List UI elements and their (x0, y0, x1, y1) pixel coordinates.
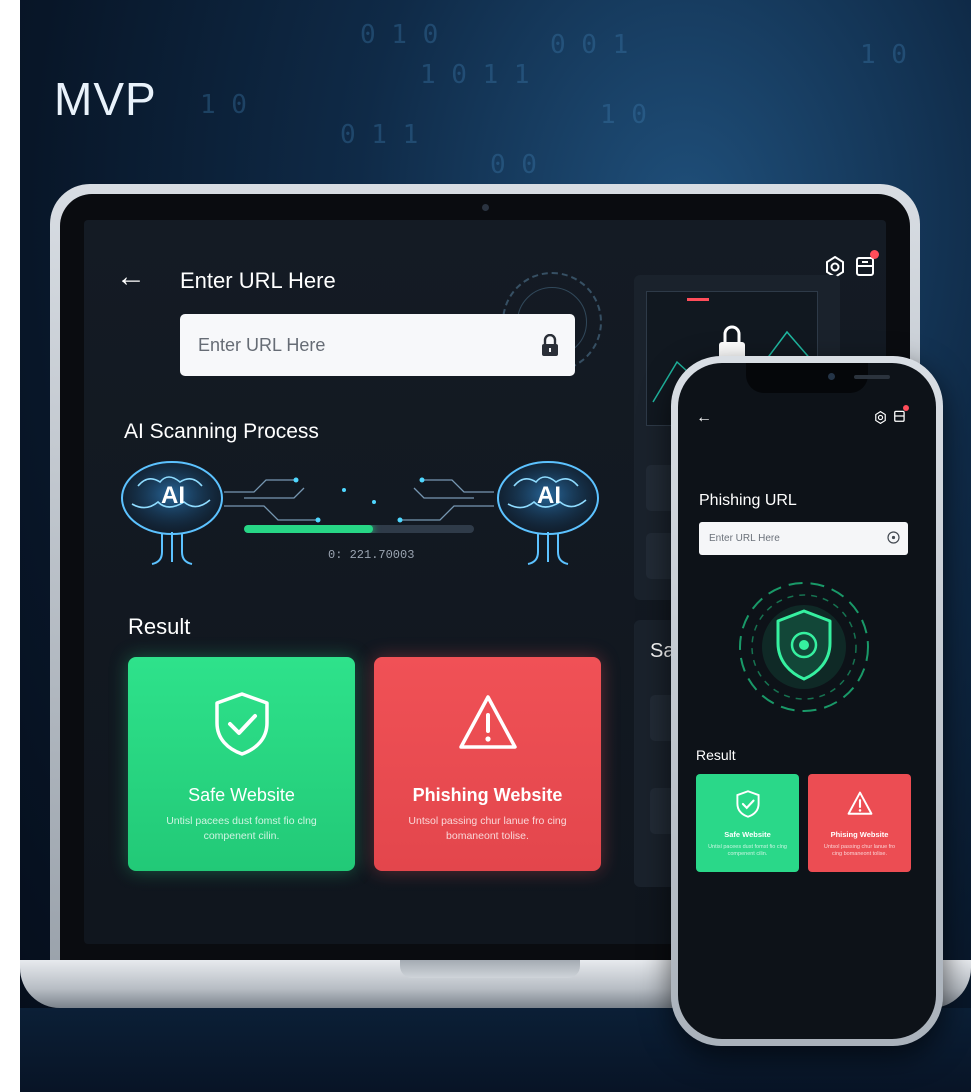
lock-icon (542, 334, 558, 356)
gear-icon[interactable] (874, 411, 887, 424)
laptop-opening-notch (400, 960, 580, 978)
url-heading: Enter URL Here (180, 268, 336, 293)
safe-website-card[interactable]: Safe Website Untisl pacees dust fomst fi… (128, 657, 355, 871)
phone-camera (828, 373, 835, 380)
scan-progress-fill (244, 525, 373, 533)
phone-page-title: Phishing URL (699, 492, 797, 509)
phone-screen: ← Phishing URL Enter URL Here Result Saf… (678, 363, 936, 1039)
safe-card-title: Safe Website (188, 785, 295, 805)
phone-safe-website-card[interactable]: Safe Website Untisl pacees dust fomst fi… (696, 774, 799, 872)
warning-triangle-icon (847, 791, 872, 815)
laptop-camera (482, 204, 489, 211)
phone-safe-card-text: Untisl pacees dust fomst fio clng compen… (708, 844, 787, 857)
phone-result-title: Result (696, 747, 736, 763)
warning-triangle-icon (458, 695, 517, 749)
phone-speaker (854, 375, 890, 379)
binary-backdrop: 0 1 0 1 0 1 1 0 0 1 1 0 0 1 1 0 0 1 0 1 … (200, 20, 907, 180)
notification-dot (903, 405, 909, 411)
phone-mockup: ← Phishing URL Enter URL Here Result Saf… (671, 356, 943, 1046)
phone-url-input[interactable] (699, 522, 908, 555)
phishing-card-text: Untsol passing chur lanue fro cing boman… (408, 815, 567, 842)
scan-title: AI Scanning Process (124, 420, 319, 443)
shield-check-icon (214, 692, 269, 756)
clock-icon[interactable] (887, 531, 900, 544)
circuit-lines (224, 477, 494, 523)
phone-phishing-card-title: Phising Website (830, 830, 889, 839)
tray-icon[interactable] (893, 409, 907, 423)
brain-right-label: AI (537, 482, 561, 509)
phone-notch (746, 363, 890, 393)
brain-icon (121, 461, 223, 565)
result-title: Result (128, 614, 191, 639)
brain-left-label: AI (161, 482, 185, 509)
phishing-website-card[interactable]: Phishing Website Untsol passing chur lan… (374, 657, 601, 871)
phone-phishing-card-text: Untsol passing chur lanue fro cing boman… (823, 844, 896, 857)
safe-card-text: Untisl pacees dust fomst fio clng compen… (166, 815, 317, 842)
phishing-card-title: Phishing Website (412, 785, 563, 805)
shield-check-icon (735, 790, 760, 818)
shield-icon (739, 582, 869, 712)
page-title: MVP (54, 73, 157, 125)
hero-background: 0 1 0 1 0 1 1 0 0 1 1 0 0 1 1 0 0 1 0 1 … (20, 0, 971, 1092)
scan-progress-bar (244, 525, 474, 533)
phone-safe-card-title: Safe Website (724, 830, 771, 839)
phone-phishing-website-card[interactable]: Phising Website Untsol passing chur lanu… (808, 774, 911, 872)
back-arrow-icon[interactable]: ← (116, 262, 146, 292)
brain-icon (497, 461, 599, 565)
back-arrow-icon[interactable]: ← (696, 409, 712, 427)
scan-progress-readout: 0: 221.70003 (328, 548, 415, 562)
notification-dot (870, 250, 879, 259)
url-input[interactable] (180, 314, 575, 376)
